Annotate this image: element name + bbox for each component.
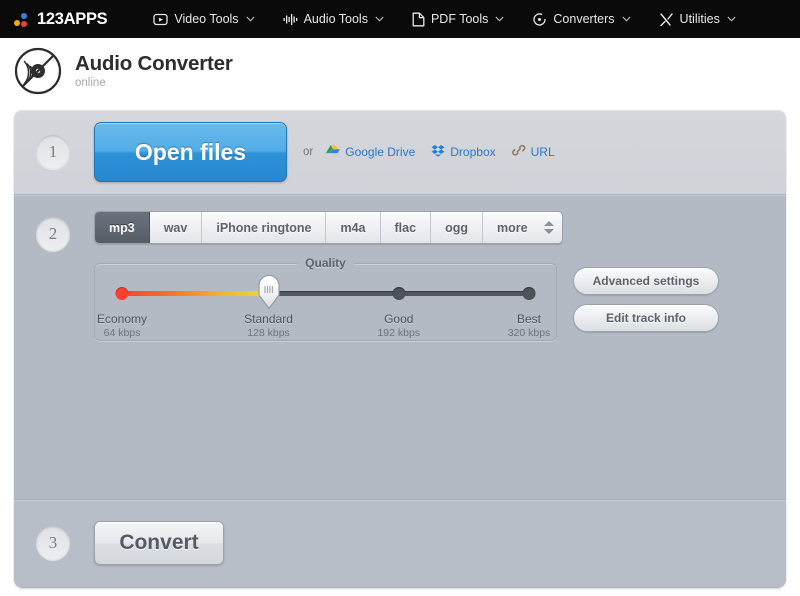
vinyl-record-icon — [14, 47, 62, 95]
document-icon — [412, 12, 425, 27]
app-header: Audio Converter online — [0, 38, 800, 104]
quality-label-good: Good 192 kbps — [377, 312, 421, 339]
nav-label: Video Tools — [174, 12, 239, 26]
source-label: URL — [530, 145, 555, 159]
dropbox-icon — [431, 144, 445, 160]
edit-track-info-button[interactable]: Edit track info — [573, 304, 719, 332]
link-icon — [511, 144, 526, 160]
step-2-row: 2 mp3 wav iPhone ringtone m4a flac ogg m… — [14, 195, 786, 500]
quality-legend: Quality — [296, 256, 355, 270]
step-3-number: 3 — [36, 526, 70, 560]
nav-label: Utilities — [679, 12, 720, 26]
slider-tick-good[interactable] — [392, 287, 406, 300]
format-tabs: mp3 wav iPhone ringtone m4a flac ogg mor… — [94, 211, 563, 244]
slider-handle[interactable] — [255, 274, 282, 311]
convert-button[interactable]: Convert — [94, 521, 224, 565]
step-2-number: 2 — [36, 217, 70, 251]
nav-item-utilities[interactable]: Utilities — [645, 0, 750, 38]
convert-circle-icon — [532, 12, 547, 27]
converter-panel: 1 Open files or Google Drive Dropbox URL — [14, 110, 786, 588]
slider-track-fill — [122, 291, 269, 296]
format-tab-wav[interactable]: wav — [150, 212, 203, 243]
step-1-row: 1 Open files or Google Drive Dropbox URL — [14, 110, 786, 195]
top-navbar: 123APPS Video Tools Audio Tools PDF Tool… — [0, 0, 800, 38]
or-label: or — [303, 146, 314, 158]
quality-label-best: Best 320 kbps — [507, 312, 551, 339]
chevron-down-icon — [622, 16, 630, 22]
format-tab-ogg[interactable]: ogg — [431, 212, 483, 243]
format-tab-m4a[interactable]: m4a — [326, 212, 381, 243]
nav-item-audio-tools[interactable]: Audio Tools — [269, 0, 398, 38]
chevron-down-icon — [246, 16, 255, 22]
url-link[interactable]: URL — [511, 144, 555, 160]
brand-logo[interactable]: 123APPS — [14, 9, 108, 29]
step-3-row: 3 Convert — [14, 500, 786, 586]
step-1-number: 1 — [36, 135, 70, 169]
brand-name: 123APPS — [37, 9, 108, 28]
chevron-down-icon — [375, 16, 384, 22]
page-title: Audio Converter — [75, 51, 233, 75]
format-tab-flac[interactable]: flac — [381, 212, 432, 243]
google-drive-icon — [326, 144, 341, 160]
google-drive-link[interactable]: Google Drive — [326, 144, 415, 160]
nav-item-converters[interactable]: Converters — [518, 0, 644, 38]
advanced-settings-button[interactable]: Advanced settings — [573, 267, 719, 295]
more-stepper-icon[interactable] — [543, 221, 554, 234]
source-label: Dropbox — [450, 145, 496, 159]
slider-track[interactable] — [122, 291, 529, 296]
nav-item-video-tools[interactable]: Video Tools — [139, 0, 268, 38]
brand-dots-icon — [14, 12, 29, 27]
format-tab-mp3[interactable]: mp3 — [95, 212, 150, 243]
nav-label: Converters — [553, 12, 615, 26]
slider-tick-economy[interactable] — [115, 287, 129, 300]
chevron-down-icon — [727, 16, 736, 22]
slider-tick-best[interactable] — [522, 287, 536, 300]
dropbox-link[interactable]: Dropbox — [431, 144, 496, 160]
step-2-side-buttons: Advanced settings Edit track info — [573, 263, 719, 332]
source-label: Google Drive — [345, 145, 416, 159]
format-tab-iphone-ringtone[interactable]: iPhone ringtone — [202, 212, 327, 243]
quality-slider[interactable]: Economy 64 kbps Standard 128 kbps Good 1… — [97, 274, 550, 340]
nav-label: Audio Tools — [303, 12, 368, 26]
quality-label-standard: Standard 128 kbps — [244, 312, 293, 339]
chevron-down-icon — [495, 16, 504, 22]
quality-label-economy: Economy 64 kbps — [96, 312, 148, 339]
nav-item-pdf-tools[interactable]: PDF Tools — [398, 0, 518, 38]
page-subtitle: online — [75, 77, 106, 90]
quality-labels: Economy 64 kbps Standard 128 kbps Good 1… — [97, 312, 550, 340]
more-label: more — [496, 220, 528, 235]
quality-fieldset: Quality Economy 64 kbps Standard 128 kbp… — [94, 256, 557, 341]
open-files-button[interactable]: Open files — [94, 122, 287, 182]
format-tab-more[interactable]: more — [483, 212, 562, 243]
cloud-sources: Google Drive Dropbox URL — [326, 144, 555, 160]
waveform-icon — [283, 13, 298, 26]
tools-cross-icon — [659, 12, 674, 27]
nav-label: PDF Tools — [430, 12, 489, 26]
play-box-icon — [153, 13, 169, 26]
